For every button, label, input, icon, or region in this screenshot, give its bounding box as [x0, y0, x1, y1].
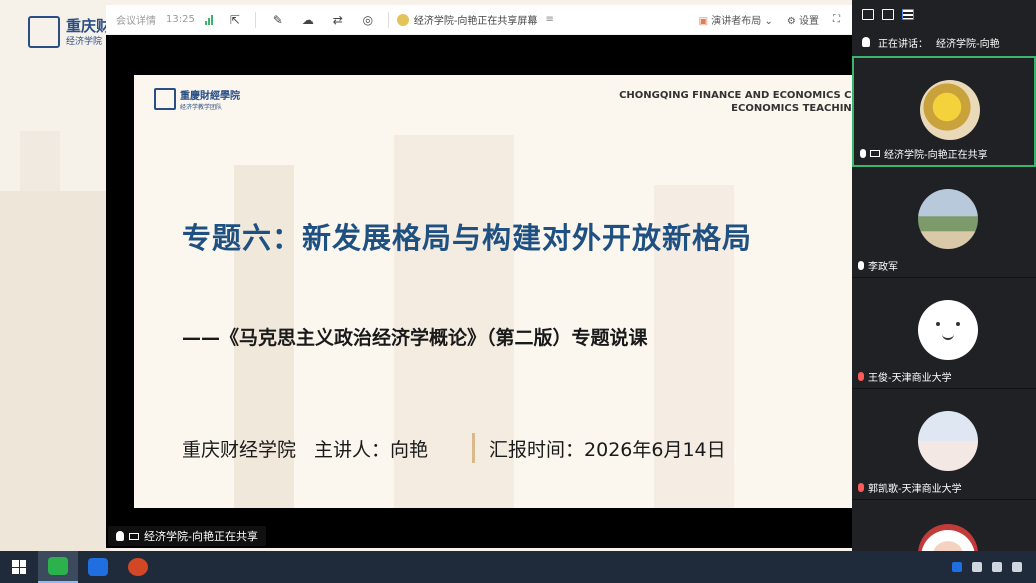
participant-name: 王俊-天津商业大学 [868, 373, 952, 384]
smile-face-icon [942, 334, 954, 340]
mic-icon [858, 261, 864, 270]
slide-footer-date: 汇报时间：2026年6月14日 [489, 438, 726, 461]
mic-icon [860, 149, 866, 158]
hide-video-icon[interactable]: ◎ [360, 13, 376, 27]
participant-name: 经济学院-向艳正在共享 [884, 150, 988, 161]
background-logo: 重庆财 经济学院 [28, 16, 111, 48]
share-title-text: 经济学院-向艳正在共享屏幕 [413, 16, 538, 27]
meeting-tray-icon[interactable] [952, 562, 962, 572]
presenter-tag: 经济学院-向艳正在共享 [108, 526, 266, 546]
panel-header [852, 0, 1036, 28]
participant-tile[interactable]: 李政军 [852, 167, 1036, 278]
slide: 重慶財經學院 经济学教学团队 CHONGQING FINANCE AND ECO… [134, 75, 852, 508]
mic-muted-icon [858, 483, 864, 492]
screen-share-icon [870, 150, 880, 157]
speaking-label: 正在讲话： [878, 38, 928, 50]
meeting-details-button[interactable]: 会议详情 [116, 12, 156, 27]
participant-tile[interactable]: 王俊-天津商业大学 [852, 278, 1036, 389]
slide-english-line1: CHONGQING FINANCE AND ECONOMICS CO [619, 90, 852, 101]
window-max-icon[interactable] [882, 8, 894, 20]
cloud-record-icon[interactable]: ☁ [300, 13, 316, 27]
participant-tile[interactable]: 郭凯歌-天津商业大学 [852, 389, 1036, 500]
participant-panel: 正在讲话： 经济学院-向艳 经济学院-向艳正在共享 李政军 王俊-天津商业大学 [852, 0, 1036, 583]
windows-icon [12, 560, 26, 574]
mic-icon [862, 37, 870, 47]
slide-title: 专题六：新发展格局与构建对外开放新格局 [182, 221, 753, 255]
settings-label: 设置 [799, 16, 819, 27]
start-button[interactable] [0, 551, 38, 583]
avatar [918, 189, 978, 249]
toolbar-right: ▣ 演讲者布局 ⌄ ⚙ 设置 ⛶ [699, 12, 852, 27]
menu-icon[interactable]: ≡ [545, 14, 553, 25]
taskbar-meeting[interactable] [78, 551, 118, 583]
meeting-time: 13:25 [166, 14, 195, 25]
translate-icon[interactable]: ⇄ [330, 13, 346, 27]
annotate-icon[interactable]: ✎ [270, 13, 286, 27]
background-logo-text: 重庆财 [66, 16, 112, 35]
mic-muted-icon [858, 372, 864, 381]
speaking-indicator: 正在讲话： 经济学院-向艳 [852, 28, 1036, 56]
chevron-down-icon: ⌄ [764, 16, 773, 27]
usb-icon[interactable] [972, 562, 982, 572]
slide-logo: 重慶財經學院 经济学教学团队 [154, 87, 240, 111]
mic-icon [116, 531, 124, 541]
participant-label: 经济学院-向艳正在共享 [860, 146, 988, 161]
avatar [918, 300, 978, 360]
window-icon[interactable] [862, 8, 874, 20]
layout-button[interactable]: ▣ 演讲者布局 ⌄ [699, 12, 773, 27]
toolbar-divider [254, 11, 256, 28]
slide-logo-name: 重慶財經學院 [180, 91, 240, 102]
share-title: 经济学院-向艳正在共享屏幕 ≡ [396, 12, 554, 27]
popout-icon[interactable]: ⇱ [227, 13, 243, 27]
slide-footer-speaker: 主讲人：向艳 [314, 438, 429, 461]
avatar [920, 80, 980, 140]
footer-divider [472, 433, 476, 463]
speaking-name: 经济学院-向艳 [936, 38, 1000, 50]
presenter-tag-text: 经济学院-向艳正在共享 [144, 530, 258, 543]
meeting-toolbar: 会议详情 13:25 ⇱ ✎ ☁ ⇄ ◎ 经济学院-向艳正在共享屏幕 ≡ ▣ 演… [106, 5, 852, 35]
background-building [20, 131, 60, 551]
system-tray [952, 562, 1036, 572]
gear-icon: ⚙ [786, 16, 796, 27]
layout-label: 演讲者布局 [711, 16, 762, 27]
background-logo-sub: 经济学院 [66, 36, 103, 47]
powerpoint-icon [128, 558, 148, 576]
school-seal-icon [154, 88, 176, 110]
slide-english-line2: ECONOMICS TEACHING [731, 103, 852, 114]
network-icon[interactable] [992, 562, 1002, 572]
participant-tile[interactable]: 经济学院-向艳正在共享 [852, 56, 1036, 167]
smile-face-icon [936, 322, 940, 326]
participant-name: 李政军 [868, 262, 898, 273]
slide-subtitle: ——《马克思主义政治经济学概论》（第二版）专题说课 [182, 327, 648, 349]
participant-name: 郭凯歌-天津商业大学 [868, 484, 962, 495]
layout-icon: ▣ [698, 16, 709, 27]
participant-label: 李政军 [858, 258, 898, 273]
settings-button[interactable]: ⚙ 设置 [787, 12, 819, 27]
fullscreen-icon[interactable]: ⛶ [833, 14, 840, 25]
participant-label: 王俊-天津商业大学 [858, 369, 952, 384]
wechat-icon [48, 557, 68, 575]
signal-icon [204, 14, 213, 25]
school-seal-icon [28, 16, 60, 48]
meeting-app-icon [88, 558, 108, 576]
sharer-avatar-icon [396, 13, 409, 26]
participant-label: 郭凯歌-天津商业大学 [858, 480, 962, 495]
volume-icon[interactable] [1012, 562, 1022, 572]
gallery-view-icon[interactable] [902, 8, 914, 20]
toolbar-divider [387, 11, 389, 28]
taskbar-powerpoint[interactable] [118, 551, 158, 583]
screen-share-icon [129, 532, 139, 540]
slide-footer-school: 重庆财经学院 [182, 438, 297, 461]
slide-logo-team: 经济学教学团队 [180, 104, 223, 111]
taskbar-wechat[interactable] [38, 551, 78, 583]
slide-english-header: CHONGQING FINANCE AND ECONOMICS CO ECONO… [619, 89, 852, 115]
avatar [918, 411, 978, 471]
slide-footer: 重庆财经学院 主讲人：向艳 汇报时间：2026年6月14日 [182, 433, 726, 463]
taskbar [0, 551, 1036, 583]
shared-screen: 重慶財經學院 经济学教学团队 CHONGQING FINANCE AND ECO… [106, 35, 852, 548]
smile-face-icon [956, 322, 960, 326]
